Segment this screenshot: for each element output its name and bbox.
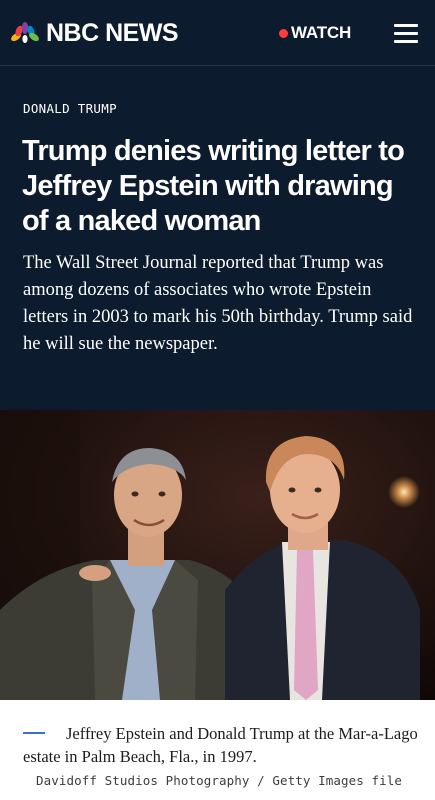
nbc-news-logo[interactable]: NBC NEWS bbox=[10, 18, 179, 48]
brand-wordmark: NBC NEWS bbox=[46, 19, 179, 47]
caption-text: Jeffrey Epstein and Donald Trump at the … bbox=[23, 724, 418, 766]
nbc-peacock-icon bbox=[11, 22, 39, 43]
article-hero: DONALD TRUMP Trump denies writing letter… bbox=[0, 66, 435, 410]
caption-rule bbox=[23, 732, 45, 735]
photo-illustration bbox=[0, 410, 435, 700]
live-dot-icon bbox=[279, 28, 288, 38]
site-header: NBC NEWS WATCH bbox=[0, 0, 435, 66]
section-kicker-link[interactable]: DONALD TRUMP bbox=[23, 101, 117, 116]
photo-caption: Jeffrey Epstein and Donald Trump at the … bbox=[23, 722, 418, 768]
article-lead-photo bbox=[0, 410, 435, 700]
watch-live-button[interactable]: WATCH bbox=[279, 22, 351, 44]
photo-credit: Davidoff Studios Photography / Getty Ima… bbox=[36, 773, 403, 788]
article-dek: The Wall Street Journal reported that Tr… bbox=[23, 253, 413, 354]
watch-label: WATCH bbox=[291, 23, 352, 42]
hamburger-menu-icon[interactable] bbox=[394, 22, 418, 44]
article-headline: Trump denies writing letter to Jeffrey E… bbox=[22, 135, 405, 237]
